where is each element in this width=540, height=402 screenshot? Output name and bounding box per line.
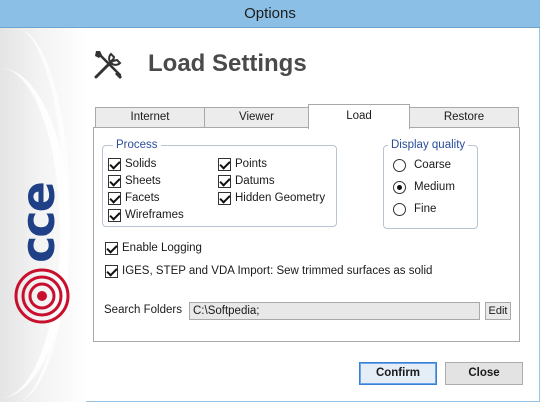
close-button[interactable]: Close — [445, 362, 523, 385]
facets-checkbox[interactable]: Facets — [108, 191, 160, 205]
tab-load[interactable]: Load — [308, 104, 410, 129]
checkbox-box[interactable] — [105, 241, 118, 255]
checkbox-box[interactable] — [108, 191, 121, 205]
radio-label: Fine — [414, 203, 437, 215]
svg-text:cce: cce — [11, 183, 65, 263]
display-quality-legend: Display quality — [388, 138, 469, 152]
checkbox-box[interactable] — [108, 157, 121, 171]
checkbox-label: Datums — [235, 175, 275, 187]
radio-label: Coarse — [414, 159, 452, 171]
process-group: Process Solids Sheets Facets Wireframes … — [102, 138, 337, 227]
search-folders-input[interactable] — [189, 302, 480, 320]
coarse-radio[interactable]: Coarse — [393, 158, 451, 172]
brand-sidebar: cce — [0, 28, 86, 402]
checkbox-box[interactable] — [108, 208, 121, 222]
page-title: Load Settings — [148, 50, 307, 77]
radio-circle[interactable] — [393, 202, 406, 216]
points-checkbox[interactable]: Points — [218, 157, 267, 171]
edit-button[interactable]: Edit — [485, 302, 511, 320]
checkbox-box[interactable] — [218, 174, 231, 188]
load-tab-panel: Process Solids Sheets Facets Wireframes … — [93, 127, 520, 342]
confirm-button[interactable]: Confirm — [359, 362, 437, 385]
display-quality-group: Display quality Coarse Medium Fine — [383, 138, 478, 229]
checkbox-label: Solids — [125, 158, 157, 170]
checkbox-box[interactable] — [218, 191, 231, 205]
tools-icon — [94, 51, 122, 79]
tab-restore[interactable]: Restore — [409, 107, 519, 128]
cce-logo: cce — [11, 183, 70, 324]
datums-checkbox[interactable]: Datums — [218, 174, 275, 188]
sew-trimmed-checkbox[interactable]: IGES, STEP and VDA Import: Sew trimmed s… — [105, 264, 432, 278]
checkbox-label: Enable Logging — [122, 242, 202, 254]
tab-internet[interactable]: Internet — [95, 107, 205, 128]
checkbox-label: Points — [235, 158, 267, 170]
fine-radio[interactable]: Fine — [393, 202, 436, 216]
radio-circle[interactable] — [393, 180, 406, 194]
window-title: Options — [244, 5, 296, 22]
radio-label: Medium — [414, 181, 455, 193]
search-folders-label: Search Folders — [104, 304, 182, 316]
enable-logging-checkbox[interactable]: Enable Logging — [105, 241, 202, 255]
checkbox-label: Sheets — [125, 175, 161, 187]
checkbox-label: Facets — [125, 192, 160, 204]
wireframes-checkbox[interactable]: Wireframes — [108, 208, 184, 222]
sheets-checkbox[interactable]: Sheets — [108, 174, 161, 188]
checkbox-label: Wireframes — [125, 209, 184, 221]
checkbox-box[interactable] — [108, 174, 121, 188]
checkbox-box[interactable] — [105, 264, 118, 278]
radio-circle[interactable] — [393, 158, 406, 172]
tab-viewer[interactable]: Viewer — [204, 107, 309, 128]
checkbox-label: IGES, STEP and VDA Import: Sew trimmed s… — [122, 265, 433, 277]
medium-radio[interactable]: Medium — [393, 180, 455, 194]
checkbox-label: Hidden Geometry — [235, 192, 326, 204]
hidden-geometry-checkbox[interactable]: Hidden Geometry — [218, 191, 325, 205]
checkbox-box[interactable] — [218, 157, 231, 171]
window-title-bar[interactable]: Options — [0, 0, 540, 28]
solids-checkbox[interactable]: Solids — [108, 157, 156, 171]
process-legend: Process — [113, 138, 161, 152]
